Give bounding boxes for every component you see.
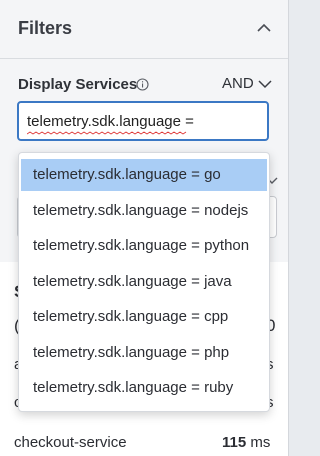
dropdown-option[interactable]: telemetry.sdk.language = nodejs xyxy=(21,195,267,227)
display-services-label: Display Services xyxy=(18,76,138,93)
info-icon[interactable] xyxy=(136,78,149,91)
display-services-query-input[interactable] xyxy=(17,101,269,141)
operator-value: AND xyxy=(222,75,254,92)
dropdown-option[interactable]: telemetry.sdk.language = go xyxy=(21,159,267,191)
dropdown-option[interactable]: telemetry.sdk.language = ruby xyxy=(21,372,267,404)
scrollbar-track xyxy=(289,0,308,456)
chevron-down-icon xyxy=(258,79,272,88)
dropdown-option[interactable]: telemetry.sdk.language = python xyxy=(21,230,267,262)
service-latency-value: 115 xyxy=(222,434,247,451)
service-latency: 115 ms xyxy=(222,434,270,451)
spellcheck-underline xyxy=(27,131,187,135)
dropdown-option[interactable]: telemetry.sdk.language = php xyxy=(21,337,267,369)
dropdown-option[interactable]: telemetry.sdk.language = cpp xyxy=(21,301,267,333)
filters-title: Filters xyxy=(18,18,73,38)
chevron-up-icon[interactable] xyxy=(256,22,272,34)
service-name[interactable]: checkout-service xyxy=(14,434,127,451)
autocomplete-dropdown: telemetry.sdk.language = go telemetry.sd… xyxy=(18,152,270,412)
service-latency-unit: ms xyxy=(250,434,271,451)
operator-select[interactable]: AND xyxy=(222,75,272,92)
filters-header[interactable]: Filters xyxy=(0,0,288,59)
dropdown-option[interactable]: telemetry.sdk.language = java xyxy=(21,266,267,298)
